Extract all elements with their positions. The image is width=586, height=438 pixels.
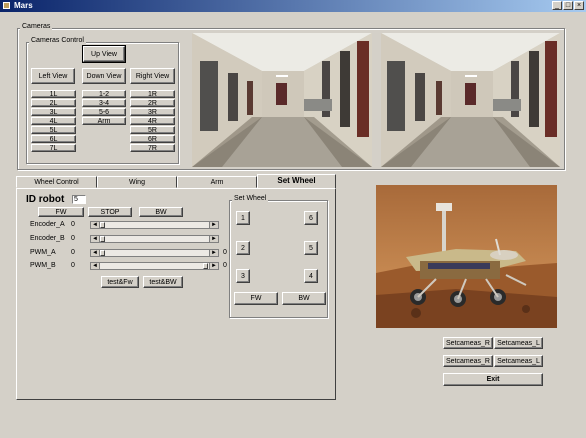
camera-7l-button[interactable]: 7L bbox=[31, 144, 76, 152]
pwm-b-slider[interactable]: ◄ ► bbox=[90, 262, 219, 270]
window-title: Mars bbox=[14, 1, 33, 10]
left-view-button[interactable]: Left View bbox=[31, 68, 75, 84]
slider-thumb[interactable] bbox=[100, 236, 105, 242]
cameras-control-label: Cameras Control bbox=[29, 37, 86, 45]
wheel-6-button[interactable]: 6 bbox=[304, 211, 318, 225]
scroll-right-icon[interactable]: ► bbox=[209, 263, 218, 269]
camera-3-4-button[interactable]: 3-4 bbox=[82, 99, 126, 107]
tab-arm[interactable]: Arm bbox=[177, 176, 257, 188]
robot-id-input[interactable]: 5 bbox=[72, 195, 86, 204]
camera-6l-button[interactable]: 6L bbox=[31, 135, 76, 143]
scroll-left-icon[interactable]: ◄ bbox=[91, 250, 100, 256]
encoder-b-value: 0 bbox=[71, 235, 75, 242]
stop-button[interactable]: STOP bbox=[88, 207, 132, 217]
encoder-b-slider[interactable]: ◄ ► bbox=[90, 235, 219, 243]
cameras-group-label: Cameras bbox=[20, 23, 53, 31]
down-view-button[interactable]: Down View bbox=[82, 68, 126, 84]
slider-thumb[interactable] bbox=[100, 222, 105, 228]
camera-2l-button[interactable]: 2L bbox=[31, 99, 76, 107]
test-fw-button[interactable]: test&Fw bbox=[101, 276, 139, 288]
scroll-left-icon[interactable]: ◄ bbox=[91, 236, 100, 242]
encoder-b-label: Encoder_B bbox=[30, 235, 65, 242]
wheel-5-button[interactable]: 5 bbox=[304, 241, 318, 255]
slider-thumb[interactable] bbox=[203, 263, 208, 269]
camera-3r-button[interactable]: 3R bbox=[130, 108, 175, 116]
camera-view-right bbox=[381, 33, 560, 167]
setcameras-r-button-2[interactable]: Setcameas_R bbox=[443, 355, 493, 367]
camera-4r-button[interactable]: 4R bbox=[130, 117, 175, 125]
tab-set-wheel[interactable]: Set Wheel bbox=[257, 174, 336, 189]
bw-button[interactable]: BW bbox=[139, 207, 183, 217]
rover-image bbox=[376, 185, 557, 328]
camera-5-6-button[interactable]: 5-6 bbox=[82, 108, 126, 116]
test-bw-button[interactable]: test&BW bbox=[143, 276, 183, 288]
camera-5l-button[interactable]: 5L bbox=[31, 126, 76, 134]
app-icon bbox=[3, 2, 10, 9]
camera-4l-button[interactable]: 4L bbox=[31, 117, 76, 125]
pwm-a-readout: 0 bbox=[223, 249, 227, 256]
close-button[interactable]: × bbox=[574, 1, 584, 10]
set-wheel-fw-button[interactable]: FW bbox=[234, 292, 278, 305]
minimize-button[interactable]: _ bbox=[552, 1, 562, 10]
setcameras-l-button-1[interactable]: Setcameas_L bbox=[494, 337, 543, 349]
setcameras-r-button-1[interactable]: Setcameas_R bbox=[443, 337, 493, 349]
exit-button[interactable]: Exit bbox=[443, 373, 543, 386]
title-bar: Mars _ □ × bbox=[0, 0, 586, 12]
fw-button[interactable]: FW bbox=[38, 207, 84, 217]
tab-wheel-control[interactable]: Wheel Control bbox=[16, 176, 97, 188]
right-view-button[interactable]: Right View bbox=[130, 68, 175, 84]
maximize-button[interactable]: □ bbox=[563, 1, 573, 10]
camera-2r-button[interactable]: 2R bbox=[130, 99, 175, 107]
pwm-b-value: 0 bbox=[71, 262, 75, 269]
setcameras-l-button-2[interactable]: Setcameas_L bbox=[494, 355, 543, 367]
encoder-a-value: 0 bbox=[71, 221, 75, 228]
set-wheel-bw-button[interactable]: BW bbox=[282, 292, 326, 305]
camera-view-left bbox=[192, 33, 372, 167]
camera-6r-button[interactable]: 6R bbox=[130, 135, 175, 143]
encoder-a-label: Encoder_A bbox=[30, 221, 65, 228]
camera-3l-button[interactable]: 3L bbox=[31, 108, 76, 116]
encoder-a-slider[interactable]: ◄ ► bbox=[90, 221, 219, 229]
camera-1r-button[interactable]: 1R bbox=[130, 90, 175, 98]
scroll-left-icon[interactable]: ◄ bbox=[91, 222, 100, 228]
scroll-right-icon[interactable]: ► bbox=[209, 222, 218, 228]
camera-arm-button[interactable]: Arm bbox=[82, 117, 126, 125]
pwm-b-label: PWM_B bbox=[30, 262, 56, 269]
slider-thumb[interactable] bbox=[100, 250, 105, 256]
up-view-button[interactable]: Up View bbox=[82, 45, 126, 63]
scroll-right-icon[interactable]: ► bbox=[209, 250, 218, 256]
set-wheel-group-label: Set Wheel bbox=[232, 195, 269, 203]
pwm-a-slider[interactable]: ◄ ► bbox=[90, 249, 219, 257]
camera-7r-button[interactable]: 7R bbox=[130, 144, 175, 152]
wheel-4-button[interactable]: 4 bbox=[304, 269, 318, 283]
pwm-b-readout: 0 bbox=[223, 262, 227, 269]
camera-1-2-button[interactable]: 1-2 bbox=[82, 90, 126, 98]
pwm-a-value: 0 bbox=[71, 249, 75, 256]
camera-5r-button[interactable]: 5R bbox=[130, 126, 175, 134]
camera-1l-button[interactable]: 1L bbox=[31, 90, 76, 98]
wheel-2-button[interactable]: 2 bbox=[236, 241, 250, 255]
scroll-left-icon[interactable]: ◄ bbox=[91, 263, 100, 269]
wheel-1-button[interactable]: 1 bbox=[236, 211, 250, 225]
pwm-a-label: PWM_A bbox=[30, 249, 56, 256]
wheel-3-button[interactable]: 3 bbox=[236, 269, 250, 283]
tab-wing[interactable]: Wing bbox=[97, 176, 177, 188]
scroll-right-icon[interactable]: ► bbox=[209, 236, 218, 242]
robot-id-label: ID robot bbox=[26, 194, 65, 205]
